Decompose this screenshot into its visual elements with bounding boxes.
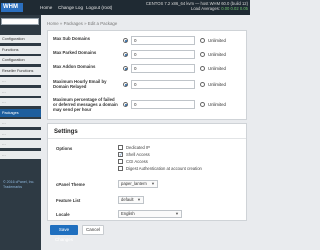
shell-access-label: Shell Access [126, 152, 150, 157]
unlimited-radio[interactable] [200, 66, 205, 71]
limit-input[interactable]: 0 [131, 100, 195, 109]
unlimited-radio[interactable] [200, 82, 205, 87]
settings-panel: Settings Options Dedicated IP ✓ Shell Ac… [47, 123, 247, 221]
cgi-access-checkbox[interactable] [118, 159, 123, 164]
digest-auth-checkbox[interactable] [118, 166, 123, 171]
unlimited-label: Unlimited [208, 66, 226, 71]
locale-select[interactable]: English ▼ [118, 210, 182, 218]
home-link[interactable]: Home [40, 5, 52, 10]
top-bar: WHM Home Change Log Logout (root) CENTOS… [0, 0, 250, 15]
unlimited-label: Unlimited [208, 102, 226, 107]
unlimited-radio[interactable] [200, 102, 205, 107]
sidebar-item[interactable]: … [0, 150, 41, 159]
trademarks-link[interactable]: Trademarks [3, 185, 34, 190]
save-changes-button[interactable]: Save Changes [50, 225, 78, 242]
cpanel-theme-value: paper_lantern [121, 181, 147, 186]
dedicated-ip-label: Dedicated IP [126, 145, 150, 150]
cancel-button[interactable]: Cancel [82, 225, 104, 235]
sidebar-item[interactable]: … [0, 87, 41, 96]
sidebar-item[interactable]: … [0, 140, 41, 148]
options-label: Options [56, 146, 73, 151]
feature-list-label: Feature List [56, 198, 81, 203]
sidebar-search-input[interactable] [1, 18, 39, 25]
feature-list-select[interactable]: default ▼ [118, 196, 144, 204]
unlimited-label: Unlimited [208, 52, 226, 57]
custom-value-radio[interactable] [123, 38, 128, 43]
whm-logo[interactable]: WHM [1, 3, 23, 12]
unlimited-radio[interactable] [200, 38, 205, 43]
sidebar-item[interactable]: … [0, 119, 41, 127]
limit-input[interactable]: 0 [131, 64, 195, 73]
cpanel-theme-label: cPanel Theme [56, 182, 85, 187]
unlimited-label: Unlimited [208, 82, 226, 87]
sidebar-item[interactable]: Configuration [0, 56, 41, 64]
resource-limits-panel: Max Sub Domains 0 Unlimited Max Parked D… [47, 30, 247, 120]
chevron-down-icon: ▼ [137, 197, 141, 202]
limit-label: Max Sub Domains [53, 36, 91, 41]
custom-value-radio[interactable] [123, 82, 128, 87]
shell-access-checkbox[interactable]: ✓ [118, 152, 123, 157]
dedicated-ip-checkbox[interactable] [118, 145, 123, 150]
limit-label: Max Addon Domains [53, 64, 96, 69]
sidebar-item[interactable]: … [0, 129, 41, 138]
limit-label: Maximum percentage of failed or deferred… [53, 97, 118, 112]
divider [48, 138, 246, 139]
load-values: 0.00 0.02 0.05 [221, 6, 248, 11]
breadcrumb: Home » Packages » Edit a Package [47, 21, 118, 26]
sidebar-item[interactable]: Functions [0, 45, 41, 54]
cpanel-theme-select[interactable]: paper_lantern ▼ [118, 180, 158, 188]
change-log-link[interactable]: Change Log [58, 5, 83, 10]
custom-value-radio[interactable] [123, 52, 128, 57]
load-label: Load Averages: [191, 6, 221, 11]
settings-title: Settings [54, 129, 78, 135]
server-status: CENTOS 7.2 x86_64 kvm — host WHM 60.0 (b… [146, 1, 248, 11]
sidebar: Configuration Functions Configuration Re… [0, 15, 41, 250]
sidebar-item-packages[interactable]: Packages [0, 108, 41, 117]
chevron-down-icon: ▼ [151, 181, 155, 186]
locale-label: Locale [56, 212, 70, 217]
sidebar-menu: Configuration Functions Configuration Re… [0, 35, 41, 161]
feature-list-value: default [121, 197, 134, 202]
limit-label: Max Parked Domains [53, 50, 97, 55]
cgi-access-label: CGI Access [126, 159, 148, 164]
sidebar-item[interactable]: Reseller Functions [0, 66, 41, 75]
limit-input[interactable]: 0 [131, 80, 195, 89]
limit-input[interactable]: 0 [131, 50, 195, 59]
unlimited-label: Unlimited [208, 38, 226, 43]
chevron-down-icon: ▼ [175, 211, 179, 216]
limit-label: Maximum Hourly Email by Domain Relayed [53, 79, 107, 89]
custom-value-radio[interactable] [123, 102, 128, 107]
locale-value: English [121, 211, 135, 216]
sidebar-item[interactable]: … [0, 98, 41, 106]
unlimited-radio[interactable] [200, 52, 205, 57]
limit-input[interactable]: 0 [131, 36, 195, 45]
digest-auth-label: Digest Authentication at account creatio… [126, 166, 202, 171]
sidebar-item[interactable]: Configuration [0, 35, 41, 43]
sidebar-item[interactable]: … [0, 77, 41, 85]
custom-value-radio[interactable] [123, 66, 128, 71]
sidebar-footer: © 2016 cPanel, Inc. Trademarks [3, 180, 34, 190]
logout-link[interactable]: Logout (root) [86, 5, 112, 10]
